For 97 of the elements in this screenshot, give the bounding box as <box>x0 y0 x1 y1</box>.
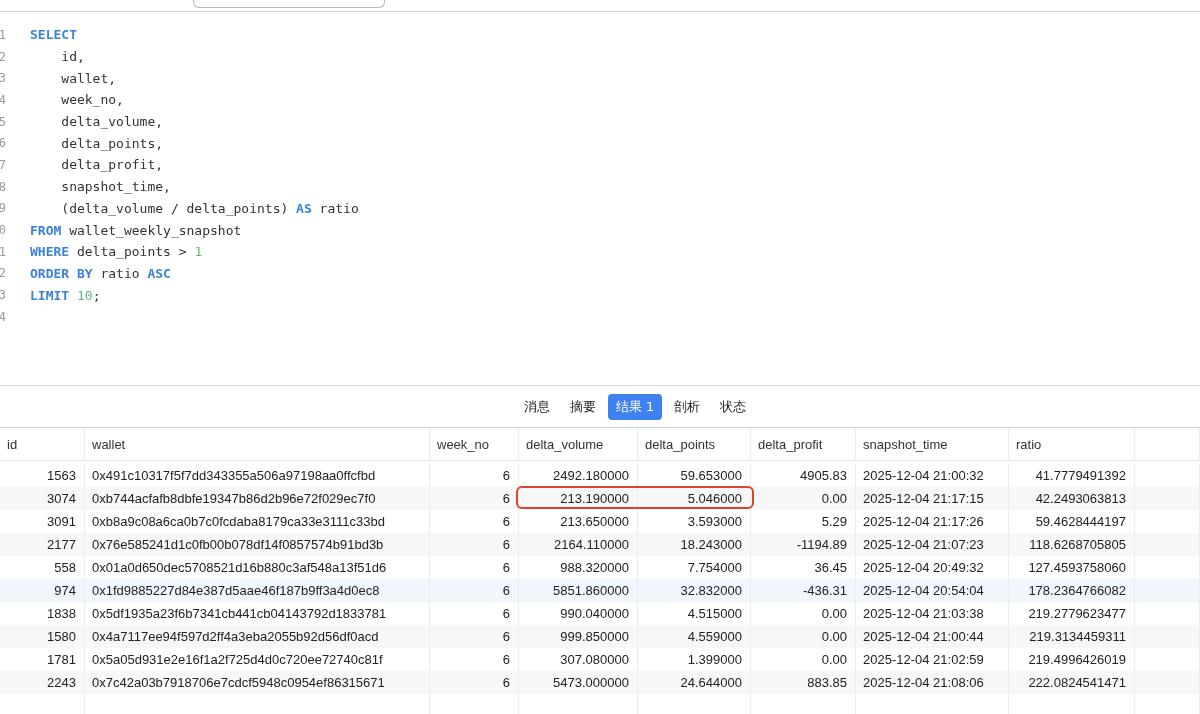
table-cell: 2025-12-04 20:54:04 <box>856 579 1009 602</box>
code-text: delta_profit, <box>60 157 164 173</box>
sql-number: 1 <box>194 244 203 260</box>
line-number: 2 <box>0 49 6 64</box>
line-number: 1 <box>0 244 6 259</box>
line-number: 3 <box>0 71 6 86</box>
sql-keyword: SELECT <box>30 27 77 43</box>
table-cell: 6 <box>430 487 519 510</box>
table-row[interactable]: 3074 0xb744acfafb8dbfe19347b86d2b96e72f029ec7f0 6 213.190000 5.046000 0.00 2025-12-04 21:17:15 42.2493063813 <box>0 487 1200 510</box>
code-text: ratio <box>318 200 359 216</box>
code-text: snapshot_time, <box>60 179 171 195</box>
table-cell: 118.6268705805 <box>1009 533 1135 556</box>
line-number: 6 <box>0 136 6 151</box>
table-cell: 213.190000 <box>519 487 638 510</box>
code-text: delta_points, <box>60 135 164 151</box>
table-row[interactable]: 2243 0x7c42a03b7918706e7cdcf5948c0954ef86315671 6 5473.000000 24.644000 883.85 2025-12-04 21:08:06 222.0824541471 <box>0 671 1200 694</box>
table-cell: 1580 <box>0 625 85 648</box>
table-cell: -1194.89 <box>751 533 856 556</box>
table-cell: 3074 <box>0 487 85 510</box>
code-text: delta_points > <box>75 244 188 260</box>
line-number: 3 <box>0 288 6 303</box>
code-text: id, <box>60 49 85 65</box>
code-text: delta_volume, <box>60 114 164 130</box>
line-number: 7 <box>0 157 6 172</box>
table-cell: 0xb744acfafb8dbfe19347b86d2b96e72f029ec7f0 <box>85 487 430 510</box>
result-tab[interactable]: 结果 1 <box>607 393 663 420</box>
column-header[interactable]: ratio <box>1009 428 1135 460</box>
column-header[interactable]: delta_volume <box>519 428 638 460</box>
line-number: 5 <box>0 114 6 129</box>
dropdown-field[interactable] <box>193 0 385 8</box>
result-tab[interactable]: 剖析 <box>666 393 709 420</box>
table-cell: 2243 <box>0 671 85 694</box>
sql-keyword: AS <box>296 200 312 216</box>
table-row[interactable]: 1580 0x4a7117ee94f597d2ff4a3eba2055b92d56df0acd 6 999.850000 4.559000 0.00 2025-12-04 21:00:44 219.3134459311 <box>0 625 1200 648</box>
table-cell: 6 <box>430 671 519 694</box>
table-cell: 32.832000 <box>638 579 751 602</box>
table-cell: 999.850000 <box>519 625 638 648</box>
sql-keyword: ORDER BY <box>30 265 93 281</box>
table-cell: 0.00 <box>751 625 856 648</box>
line-number: 4 <box>0 309 6 324</box>
table-cell: 222.0824541471 <box>1009 671 1135 694</box>
table-cell: 2025-12-04 21:07:23 <box>856 533 1009 556</box>
table-cell: 219.3134459311 <box>1009 625 1135 648</box>
column-header[interactable]: delta_profit <box>751 428 856 460</box>
table-cell: 6 <box>430 533 519 556</box>
code-text: ratio <box>99 265 141 281</box>
line-number: 2 <box>0 266 6 281</box>
table-cell: 2025-12-04 21:08:06 <box>856 671 1009 694</box>
result-tab[interactable]: 摘要 <box>561 393 604 420</box>
table-cell: 883.85 <box>751 671 856 694</box>
code-text: wallet, <box>60 70 117 86</box>
table-cell: 178.2364766082 <box>1009 579 1135 602</box>
table-cell: 6 <box>430 625 519 648</box>
table-cell: -436.31 <box>751 579 856 602</box>
table-cell: 59.653000 <box>638 464 751 487</box>
table-cell: 24.644000 <box>638 671 751 694</box>
result-tab[interactable]: 状态 <box>712 393 755 420</box>
column-header[interactable]: snapshot_time <box>856 428 1009 460</box>
table-cell: 0x1fd9885227d84e387d5aae46f187b9ff3a4d0ec8 <box>85 579 430 602</box>
table-cell: 0x76e585241d1c0fb00b078df14f0857574b91bd3b <box>85 533 430 556</box>
line-number: 9 <box>0 201 6 216</box>
table-cell: 2492.180000 <box>519 464 638 487</box>
column-header[interactable]: week_no <box>430 428 519 460</box>
table-cell: 2177 <box>0 533 85 556</box>
code-text: wallet_weekly_snapshot <box>68 222 242 238</box>
sql-number: 10 <box>75 287 93 303</box>
table-row[interactable]: 974 0x1fd9885227d84e387d5aae46f187b9ff3a4d0ec8 6 5851.860000 32.832000 -436.31 2025-12-04 20:54:04 178.2364766082 <box>0 579 1200 602</box>
table-cell: 5473.000000 <box>519 671 638 694</box>
table-cell: 42.2493063813 <box>1009 487 1135 510</box>
column-header[interactable]: delta_points <box>638 428 751 460</box>
table-cell: 974 <box>0 579 85 602</box>
table-cell: 2025-12-04 21:00:44 <box>856 625 1009 648</box>
code-text: (delta_volume / delta_points) <box>60 200 290 216</box>
table-cell: 6 <box>430 579 519 602</box>
sql-keyword: LIMIT <box>30 287 70 303</box>
line-number: 0 <box>0 223 6 238</box>
sql-keyword: WHERE <box>30 244 70 260</box>
line-number: 1 <box>0 27 6 42</box>
table-cell: 2164.110000 <box>519 533 638 556</box>
sql-keyword: ASC <box>147 265 171 281</box>
table-cell: 4.559000 <box>638 625 751 648</box>
code-text: ; <box>92 287 101 303</box>
table-cell: 0x7c42a03b7918706e7cdcf5948c0954ef86315671 <box>85 671 430 694</box>
table-cell: 2025-12-04 21:17:15 <box>856 487 1009 510</box>
table-cell: 0x4a7117ee94f597d2ff4a3eba2055b92d56df0acd <box>85 625 430 648</box>
table-cell: 0.00 <box>751 487 856 510</box>
table-cell: 5851.860000 <box>519 579 638 602</box>
sql-keyword: FROM <box>30 222 62 238</box>
column-header[interactable]: id <box>0 428 85 460</box>
code-text: week_no, <box>60 92 124 108</box>
table-row[interactable]: 2177 0x76e585241d1c0fb00b078df14f0857574b91bd3b 6 2164.110000 18.243000 -1194.89 2025-12-04 21:07:23 118.6268705805 <box>0 533 1200 556</box>
line-number: 4 <box>0 92 6 107</box>
result-tab[interactable]: 消息 <box>515 393 558 420</box>
table-cell: 18.243000 <box>638 533 751 556</box>
line-number: 8 <box>0 179 6 194</box>
column-header[interactable]: wallet <box>85 428 430 460</box>
table-cell: 5.046000 <box>638 487 751 510</box>
